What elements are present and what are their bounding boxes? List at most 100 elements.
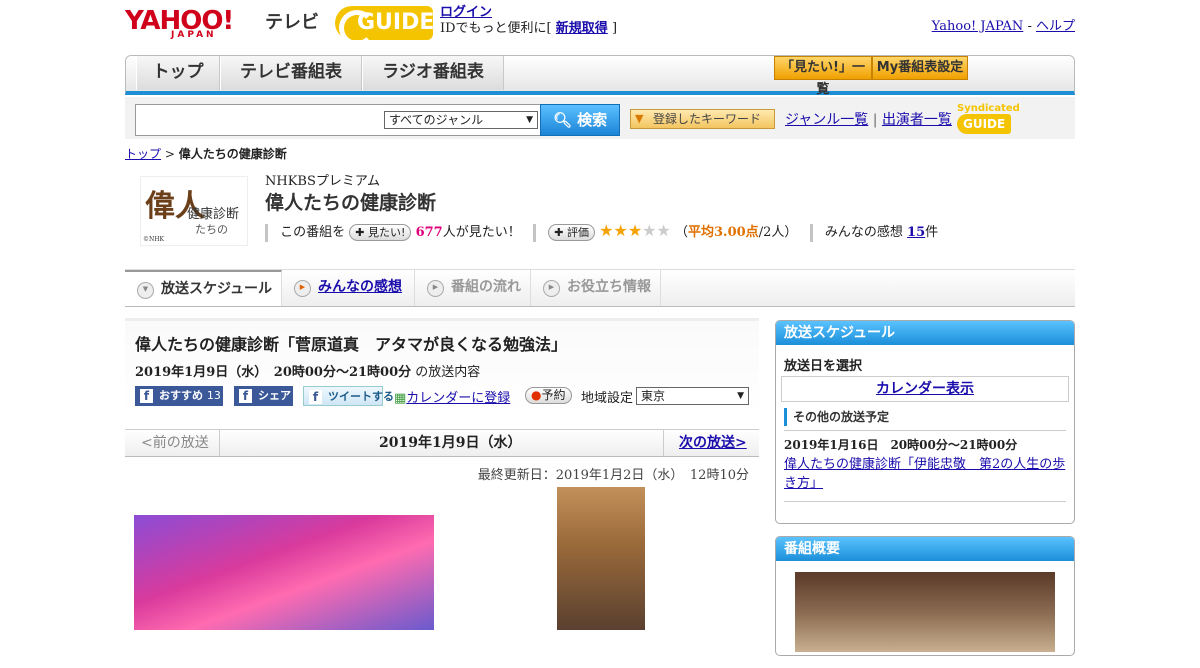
other-broadcast-link[interactable]: 偉人たちの健康診断「伊能忠敬 第2の人生の歩き方」 (784, 455, 1066, 493)
rate-button[interactable]: ✚ 評価 (548, 224, 595, 241)
star-empty-icon: ★ (642, 221, 657, 240)
gguide-small-logo: GUIDE (957, 114, 1012, 134)
login-link[interactable]: ログイン (440, 5, 492, 20)
subtab-schedule[interactable]: 放送スケジュール (125, 270, 282, 306)
sidebar: 放送スケジュール 放送日を選択 カレンダー表示 その他の放送予定 2019年1月… (775, 320, 1075, 668)
rating-open: （ (675, 225, 689, 240)
channel-name: NHKBSプレミアム (265, 174, 380, 189)
login-area: ログイン IDでもっと便利に[ 新規取得 ] (440, 5, 617, 37)
help-link[interactable]: ヘルプ (1036, 19, 1075, 34)
episode-datetime: 2019年1月9日（水） 20時00分～21時00分 (135, 365, 412, 380)
region-select[interactable]: 東京 (636, 387, 749, 405)
my-settings-button[interactable]: My番組表設定 (872, 56, 968, 80)
episode-image-main (134, 515, 434, 630)
search-input[interactable]: すべてのジャンル (135, 104, 541, 136)
program-info: 偉人 健康診断 たちの ©NHK NHKBSプレミアム 偉人たちの健康診断 この… (125, 168, 1075, 248)
divider (809, 223, 813, 242)
top-links: Yahoo! JAPAN - ヘルプ (932, 15, 1075, 34)
mitai-button[interactable]: ✚ 見たい! (349, 224, 412, 241)
rating-stars: ★★★★★ (599, 221, 671, 240)
reserve-button[interactable]: ●予約 (525, 387, 572, 404)
rating-count: /2人） (758, 225, 798, 240)
yahoo-logo[interactable]: YAHOO! JAPAN (125, 6, 234, 40)
episode-datetime-line: 2019年1月9日（水） 20時00分～21時00分 の放送内容 (135, 361, 749, 380)
tv-label: テレビ (265, 12, 319, 33)
record-icon: ● (531, 388, 542, 402)
divider (265, 223, 268, 242)
program-logo-text2: たちの (195, 223, 228, 236)
program-logo: 偉人 健康診断 たちの ©NHK (140, 176, 248, 246)
search-links: ジャンル一覧 | 出演者一覧 (785, 109, 952, 129)
search-icon: 🔍︎ (552, 111, 578, 129)
facebook-share-button[interactable]: シェア (234, 386, 293, 406)
syndicated-logo: Syndicated GUIDE (957, 103, 1075, 134)
gguide-logo[interactable]: GUIDE (335, 6, 434, 46)
tweet-label: ツイートする (328, 390, 394, 403)
search-button[interactable]: 🔍︎ 検索 (540, 104, 620, 136)
calendar-icon: ▦ (394, 391, 407, 406)
star-empty-icon: ★ (656, 221, 671, 240)
breadcrumb: トップ > 偉人たちの健康診断 (125, 145, 1075, 162)
tweet-button[interactable]: ツイートする (303, 386, 394, 406)
episode-main: 偉人たちの健康診断「菅原道真 アタマが良くなる勉強法」 2019年1月9日（水）… (125, 318, 759, 630)
mitai-button-label: 見たい! (368, 226, 406, 239)
genre-select[interactable]: すべてのジャンル (384, 111, 538, 129)
header: YAHOO! JAPAN テレビ GUIDE ログイン IDでもっと便利に[ 新規… (125, 0, 1075, 50)
mitai-suffix: 人が見たい！ (442, 225, 521, 240)
program-logo-text: 健康診断 (187, 207, 240, 222)
star-icon: ★ (613, 221, 628, 240)
prev-broadcast[interactable]: <前の放送 (141, 430, 209, 456)
keyword-button[interactable]: 登録したキーワード (630, 109, 775, 129)
top-links-sep: - (1027, 19, 1032, 34)
login-note-end: ] (611, 21, 618, 36)
rating-average: 平均3.00点 (688, 225, 759, 240)
tab-top[interactable]: トップ (136, 56, 220, 90)
last-updated: 最終更新日：2019年1月2日（水） 12時10分 (477, 468, 749, 483)
register-link[interactable]: 新規取得 (556, 21, 608, 36)
genre-select-value: すべてのジャンル (389, 113, 484, 127)
mitai-count: 677 (415, 225, 443, 240)
genre-list-link[interactable]: ジャンル一覧 (785, 112, 868, 128)
overview-box-header: 番組概要 (776, 537, 1074, 561)
broadcast-nav: <前の放送 2019年1月9日（水） 次の放送> (125, 429, 759, 457)
subtab-reviews[interactable]: みんなの感想 (282, 270, 415, 306)
program-logo-credit: ©NHK (143, 236, 164, 243)
program-title: 偉人たちの健康診断 (265, 192, 437, 214)
divider (533, 223, 537, 242)
tab-radio-schedule[interactable]: ラジオ番組表 (362, 56, 504, 90)
tab-tv-schedule[interactable]: テレビ番組表 (220, 56, 362, 90)
program-subtabs: 放送スケジュール みんなの感想 番組の流れ お役立ち情報 (125, 269, 1075, 307)
calendar-display[interactable]: カレンダー表示 (781, 376, 1069, 402)
facebook-recommend-button[interactable]: おすすめ 13 (135, 386, 223, 406)
star-icon: ★ (599, 221, 614, 240)
breadcrumb-top[interactable]: トップ (125, 147, 161, 161)
recommend-label: おすすめ (159, 389, 203, 402)
syndicated-text: Syndicated (957, 103, 1020, 114)
current-broadcast-date: 2019年1月9日（水） (379, 435, 522, 451)
divider (663, 430, 664, 456)
divider (219, 430, 220, 456)
rate-button-label: 評価 (567, 226, 589, 239)
schedule-box: 放送スケジュール 放送日を選択 カレンダー表示 その他の放送予定 2019年1月… (775, 320, 1075, 524)
mitai-list-button[interactable]: 「見たい!」一覧 (774, 56, 872, 97)
overview-box: 番組概要 (775, 536, 1075, 656)
select-date-label: 放送日を選択 (784, 359, 863, 374)
overview-image (795, 572, 1055, 652)
calendar-link[interactable]: ▦カレンダーに登録 (394, 387, 510, 406)
star-icon: ★ (627, 221, 643, 240)
recommend-count: 13 (206, 389, 221, 402)
subtab-flow[interactable]: 番組の流れ (415, 270, 531, 306)
reviews-count-link[interactable]: 15 (907, 225, 925, 240)
main-nav: トップ テレビ番組表 ラジオ番組表 「見たい!」一覧 My番組表設定 (125, 55, 1075, 97)
subtab-info[interactable]: お役立ち情報 (531, 270, 661, 306)
other-broadcasts-header: その他の放送予定 (784, 408, 1066, 426)
reviews-unit: 件 (925, 225, 939, 240)
yahoo-japan-link[interactable]: Yahoo! JAPAN (932, 19, 1024, 34)
other-broadcast-datetime: 2019年1月16日 20時00分～21時00分 (784, 430, 1066, 453)
performer-list-link[interactable]: 出演者一覧 (882, 112, 952, 128)
search-links-divider: | (872, 112, 878, 128)
next-broadcast-link[interactable]: 次の放送> (679, 430, 747, 456)
calendar-display-link[interactable]: カレンダー表示 (876, 381, 974, 397)
region-label: 地域設定 (581, 391, 634, 406)
region-select-value: 東京 (641, 389, 666, 403)
